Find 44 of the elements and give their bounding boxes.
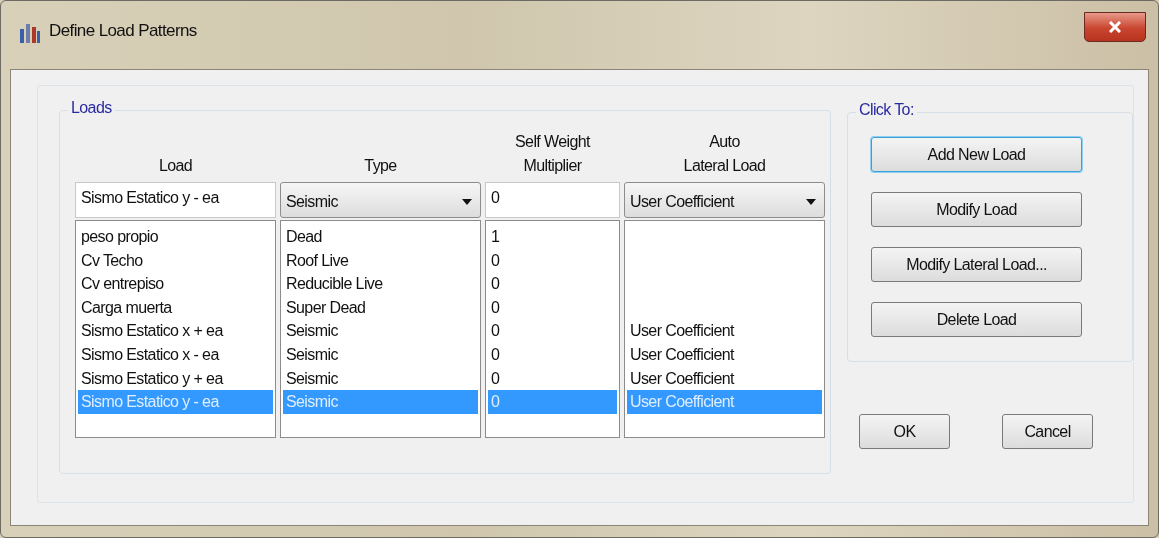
list-item[interactable]: Cv Techo bbox=[78, 248, 273, 273]
type-dropdown[interactable]: Seismic bbox=[280, 182, 481, 218]
list-item[interactable]: 0 bbox=[488, 272, 617, 296]
list-item[interactable]: Reducible Live bbox=[283, 272, 478, 296]
action-button[interactable]: Modify Load bbox=[871, 192, 1082, 227]
list-item[interactable]: User Coefficient bbox=[627, 366, 822, 391]
window-title: Define Load Patterns bbox=[49, 21, 198, 41]
list-item[interactable]: Sismo Estatico y + ea bbox=[78, 366, 273, 391]
list-item[interactable]: 0 bbox=[488, 319, 617, 343]
column-header: Type bbox=[364, 156, 397, 176]
list-item[interactable]: Seismic bbox=[283, 342, 478, 367]
dropdown-arrow-icon bbox=[806, 199, 816, 205]
multiplier-field[interactable]: 0 bbox=[485, 182, 620, 218]
list-item[interactable]: 0 bbox=[488, 366, 617, 391]
cancel-button[interactable]: Cancel bbox=[1002, 414, 1093, 449]
list-item[interactable]: User Coefficient bbox=[627, 342, 822, 367]
list-item[interactable]: 0 bbox=[488, 248, 617, 273]
ok-button[interactable]: OK bbox=[859, 414, 950, 449]
list-item[interactable]: Dead bbox=[283, 225, 478, 249]
list-item[interactable]: Roof Live bbox=[283, 248, 478, 273]
dropdown-arrow-icon bbox=[462, 199, 472, 205]
lateral-load-dropdown[interactable]: User Coefficient bbox=[624, 182, 825, 218]
list-item[interactable]: 1 bbox=[488, 225, 617, 249]
list-item[interactable]: Sismo Estatico x - ea bbox=[78, 342, 273, 367]
app-icon bbox=[19, 21, 41, 43]
list-item[interactable]: Seismic bbox=[283, 319, 478, 343]
list-item[interactable]: 0 bbox=[488, 342, 617, 367]
load-name-field[interactable]: Sismo Estatico y - ea bbox=[75, 182, 276, 218]
list-item[interactable]: 0 bbox=[488, 295, 617, 320]
action-button[interactable]: Add New Load bbox=[871, 137, 1082, 172]
close-button[interactable] bbox=[1084, 12, 1146, 42]
list-item[interactable]: Carga muerta bbox=[78, 295, 273, 320]
list-item[interactable]: Seismic bbox=[283, 366, 478, 391]
close-icon bbox=[1109, 21, 1121, 33]
column-header: Auto Lateral Load bbox=[683, 132, 766, 176]
action-button[interactable]: Modify Lateral Load... bbox=[871, 247, 1082, 282]
list-item[interactable]: peso propio bbox=[78, 225, 273, 249]
list-item[interactable]: Super Dead bbox=[283, 295, 478, 320]
column-header: Load bbox=[158, 156, 193, 176]
action-button[interactable]: Delete Load bbox=[871, 302, 1082, 337]
list-item[interactable]: User Coefficient bbox=[627, 319, 822, 343]
list-item[interactable]: Cv entrepiso bbox=[78, 272, 273, 296]
column-header: Self Weight Multiplier bbox=[515, 132, 590, 176]
list-item[interactable]: Sismo Estatico x + ea bbox=[78, 319, 273, 343]
